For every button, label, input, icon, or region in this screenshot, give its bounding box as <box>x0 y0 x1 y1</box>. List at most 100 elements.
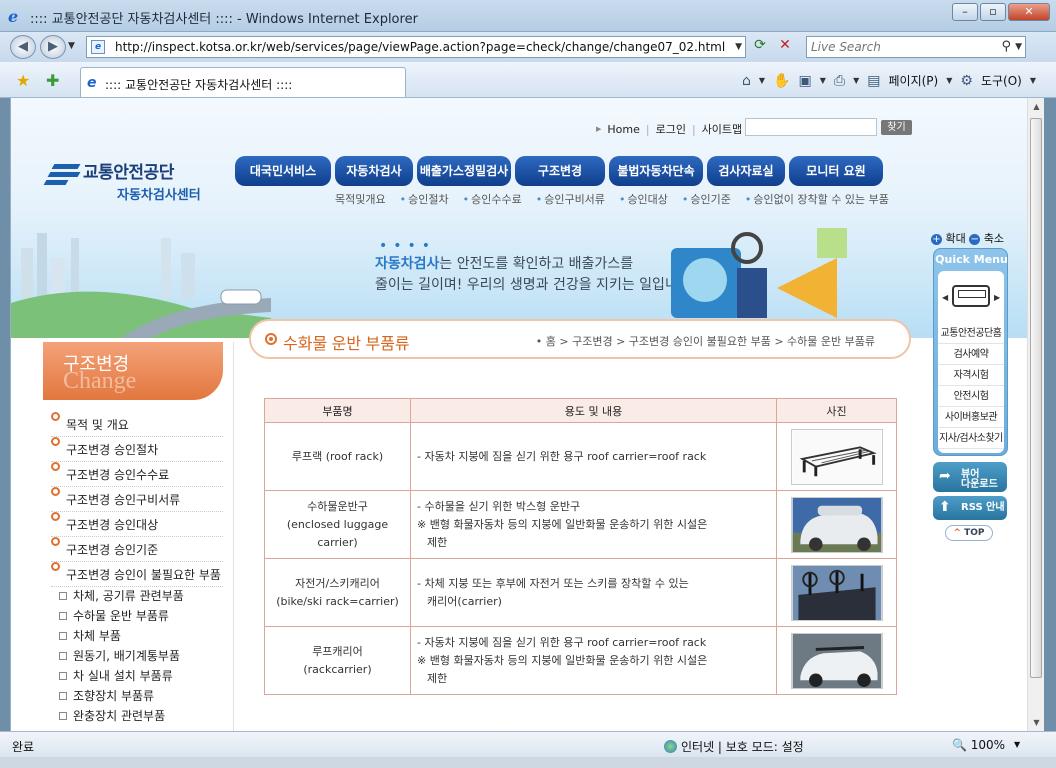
left-item-documents[interactable]: 구조변경 승인구비서류 <box>51 487 223 512</box>
left-item-procedure[interactable]: 구조변경 승인절차 <box>51 437 223 462</box>
viewer-download-button[interactable]: ➦ 뷰어 다운로드 <box>933 462 1007 492</box>
tab-ie-icon: e <box>87 75 97 91</box>
url-field[interactable]: e http://inspect.kotsa.or.kr/web/service… <box>86 36 746 58</box>
nav-structure-change[interactable]: 구조변경 <box>515 156 605 186</box>
subnav-target[interactable]: 승인대상 <box>627 193 667 206</box>
quick-find-branch[interactable]: 지사/검사소찾기 <box>938 428 1004 449</box>
zoom-in-button[interactable]: 확대 <box>946 232 966 245</box>
quick-next-icon[interactable]: ▶ <box>994 293 1000 302</box>
rss-button[interactable]: ⬆ RSS 안내 <box>933 496 1007 520</box>
sub-item-luggage[interactable]: 수하물 운반 부품류 <box>59 606 229 626</box>
left-item-no-approval[interactable]: 구조변경 승인이 불필요한 부품 <box>51 562 223 587</box>
login-link[interactable]: 로그인 <box>656 121 686 137</box>
back-button[interactable]: ◀ <box>10 35 36 59</box>
table-row: 루프랙 (roof rack) - 자동차 지붕에 짐을 싣기 위한 용구 ro… <box>264 422 897 491</box>
sub-item-body-aero[interactable]: 차체, 공기류 관련부품 <box>59 586 229 606</box>
find-button[interactable]: 찾기 <box>881 120 912 135</box>
refresh-icon[interactable]: ⟳ <box>750 37 770 57</box>
forward-button[interactable]: ▶ <box>40 35 66 59</box>
feeds-icon[interactable]: ▣ <box>799 73 812 89</box>
zoom-dropdown-icon[interactable]: ▼ <box>1014 740 1020 749</box>
subnav-documents[interactable]: 승인구비서류 <box>544 193 605 206</box>
nav-data-room[interactable]: 검사자료실 <box>707 156 785 186</box>
left-item-target[interactable]: 구조변경 승인대상 <box>51 512 223 537</box>
add-favorites-icon[interactable]: ✚ <box>46 71 59 90</box>
nav-car-inspection[interactable]: 자동차검사 <box>335 156 413 186</box>
table-row: 루프캐리어 (rackcarrier) - 자동차 지붕에 짐을 싣기 위한 용… <box>264 626 897 695</box>
close-button[interactable]: ✕ <box>1008 3 1050 21</box>
roof-carrier-photo <box>790 632 883 689</box>
sub-item-engine-exhaust[interactable]: 원동기, 배기계통부품 <box>59 646 229 666</box>
hand-icon[interactable]: ✋ <box>773 73 790 89</box>
print-icon[interactable]: ⎙ <box>834 73 845 89</box>
site-search-input[interactable] <box>746 119 874 135</box>
url-dropdown-icon[interactable]: ▼ <box>735 42 742 52</box>
scroll-thumb[interactable] <box>1030 118 1042 678</box>
col-usage: 용도 및 내용 <box>410 398 777 423</box>
search-icon[interactable]: ⚲ <box>1001 39 1011 54</box>
subnav-purpose[interactable]: 목적및개요 <box>335 191 386 207</box>
sub-item-steering[interactable]: 조향장치 부품류 <box>59 686 229 706</box>
page-scrollbar[interactable]: ▲ ▼ <box>1027 98 1044 731</box>
banner-slogan: 자동차검사는 안전도를 확인하고 배출가스를 줄이는 길이며! 우리의 생명과 … <box>375 254 695 296</box>
left-item-fee[interactable]: 구조변경 승인수수료 <box>51 462 223 487</box>
quick-cyber-pr[interactable]: 사이버홍보관 <box>938 407 1004 428</box>
status-bar: 완료 인터넷 | 보호 모드: 설정 🔍 100% ▼ <box>0 731 1056 757</box>
history-dropdown-icon[interactable]: ▼ <box>68 41 75 51</box>
left-item-purpose[interactable]: 목적 및 개요 <box>51 412 223 437</box>
square-bullet-icon <box>59 692 67 700</box>
stop-icon[interactable]: ✕ <box>775 37 795 57</box>
security-zone[interactable]: 인터넷 | 보호 모드: 설정 <box>664 738 804 755</box>
zoom-level[interactable]: 🔍 100% <box>952 738 1005 752</box>
nav-public-service[interactable]: 대국민서비스 <box>235 156 331 186</box>
sub-item-body-parts[interactable]: 차체 부품 <box>59 626 229 646</box>
col-photo: 사진 <box>776 398 897 423</box>
address-bar: ◀ ▶ ▼ e http://inspect.kotsa.or.kr/web/s… <box>0 32 1056 62</box>
sub-item-interior[interactable]: 차 실내 설치 부품류 <box>59 666 229 686</box>
quick-kotsa-home[interactable]: 교통안전공단홈 <box>938 323 1004 344</box>
left-heading-en: Change <box>63 368 137 394</box>
sitemap-link[interactable]: 사이트맵 <box>702 121 742 137</box>
quick-reservation[interactable]: 검사예약 <box>938 344 1004 365</box>
left-item-criteria[interactable]: 구조변경 승인기준 <box>51 537 223 562</box>
subnav-fee[interactable]: 승인수수료 <box>471 193 522 206</box>
tab-current[interactable]: e :::: 교통안전공단 자동차검사센터 :::: <box>80 67 406 97</box>
search-dropdown-icon[interactable]: ▼ <box>1015 42 1022 52</box>
maximize-button[interactable]: ▫ <box>980 3 1006 21</box>
favorites-star-icon[interactable]: ★ <box>16 71 30 90</box>
nav-monitor[interactable]: 모니터 요원 <box>789 156 883 186</box>
zoom-out-icon[interactable]: − <box>969 234 981 245</box>
minimize-button[interactable]: – <box>952 3 978 21</box>
url-text: http://inspect.kotsa.or.kr/web/services/… <box>115 40 726 54</box>
page-menu[interactable]: 페이지(P) <box>889 72 939 89</box>
tools-dropdown-icon[interactable]: ▼ <box>1030 76 1036 85</box>
circle-bullet-icon <box>51 437 60 446</box>
subnav-criteria[interactable]: 승인기준 <box>690 193 730 206</box>
site-logo[interactable]: 교통안전공단 자동차검사센터 <box>43 158 245 206</box>
scroll-down-icon[interactable]: ▼ <box>1028 714 1044 731</box>
live-search-input[interactable] <box>807 37 997 57</box>
circle-bullet-icon <box>51 512 60 521</box>
home-icon[interactable]: ⌂ <box>742 73 751 89</box>
subnav-no-approval[interactable]: 승인없이 장착할 수 있는 부품 <box>753 193 888 206</box>
page-dropdown-icon[interactable]: ▼ <box>946 76 952 85</box>
quick-safety-test[interactable]: 안전시험 <box>938 386 1004 407</box>
quick-license-exam[interactable]: 자격시험 <box>938 365 1004 386</box>
sub-item-suspension[interactable]: 완충장치 관련부품 <box>59 706 229 726</box>
home-link[interactable]: Home <box>607 123 639 136</box>
feeds-dropdown-icon[interactable]: ▼ <box>820 76 826 85</box>
zoom-out-button[interactable]: 축소 <box>984 232 1004 245</box>
home-dropdown-icon[interactable]: ▼ <box>759 76 765 85</box>
sub-nav: 목적및개요 • 승인절차 • 승인수수료 • 승인구비서류 • 승인대상 • 승인기준 •… <box>335 191 889 207</box>
scroll-up-icon[interactable]: ▲ <box>1028 98 1044 115</box>
subnav-procedure[interactable]: 승인절차 <box>408 193 448 206</box>
page-menu-icon: ▤ <box>867 72 881 89</box>
zoom-in-icon[interactable]: + <box>931 234 942 245</box>
page-viewport: ▶ Home | 로그인 | 사이트맵 찾기 교통안전공단 자동차검사센터 대국… <box>10 98 1044 731</box>
tools-menu[interactable]: 도구(O) <box>981 72 1022 89</box>
nav-illegal-vehicle[interactable]: 불법자동차단속 <box>609 156 703 186</box>
print-dropdown-icon[interactable]: ▼ <box>853 76 859 85</box>
quick-prev-icon[interactable]: ◀ <box>942 293 948 302</box>
nav-emission-test[interactable]: 배출가스정밀검사 <box>417 156 511 186</box>
top-button[interactable]: ^ TOP <box>945 525 993 541</box>
